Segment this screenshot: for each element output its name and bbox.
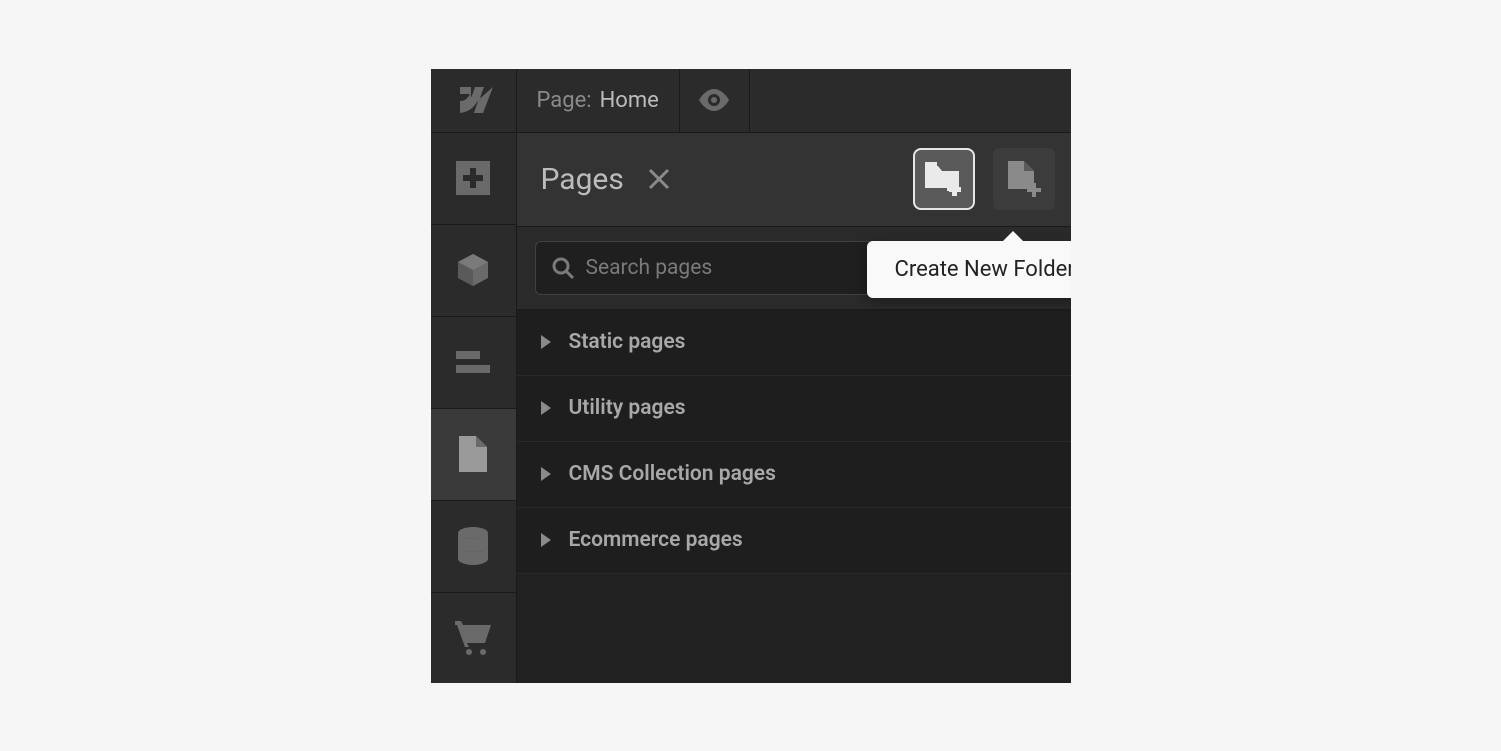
main: Pages (431, 133, 1071, 683)
page-group-static[interactable]: Static pages (517, 310, 1071, 376)
nav-add-button[interactable] (431, 133, 516, 225)
page-group-label: Utility pages (569, 396, 686, 420)
cube-icon (455, 252, 491, 288)
folder-plus-icon (924, 162, 964, 196)
plus-box-icon (456, 161, 490, 195)
webflow-logo-icon (453, 87, 493, 113)
left-nav (431, 133, 517, 683)
tooltip-text: Create New Folder (895, 257, 1071, 282)
panel-header: Pages (517, 133, 1071, 227)
cart-icon (455, 621, 491, 655)
search-placeholder: Search pages (586, 256, 713, 280)
page-name: Home (600, 88, 659, 113)
nav-ecommerce-button[interactable] (431, 593, 516, 683)
caret-right-icon (541, 335, 551, 349)
navigator-icon (456, 351, 490, 373)
page-group-cms[interactable]: CMS Collection pages (517, 442, 1071, 508)
caret-right-icon (541, 401, 551, 415)
page-groups: Static pages Utility pages CMS Collectio… (517, 310, 1071, 574)
create-folder-button[interactable] (913, 148, 975, 210)
page-group-utility[interactable]: Utility pages (517, 376, 1071, 442)
page-group-label: Static pages (569, 330, 686, 354)
panel-title: Pages (541, 162, 624, 197)
tooltip-create-folder: Create New Folder (867, 241, 1071, 298)
page-group-label: Ecommerce pages (569, 528, 743, 552)
page-indicator[interactable]: Page: Home (517, 69, 680, 132)
topbar: Page: Home (431, 69, 1071, 133)
database-icon (457, 527, 489, 565)
nav-navigator-button[interactable] (431, 317, 516, 409)
nav-symbols-button[interactable] (431, 225, 516, 317)
page-group-label: CMS Collection pages (569, 462, 776, 486)
caret-right-icon (541, 533, 551, 547)
app-window: Page: Home (431, 69, 1071, 683)
preview-button[interactable] (680, 69, 750, 133)
caret-right-icon (541, 467, 551, 481)
create-page-button[interactable] (993, 148, 1055, 210)
nav-cms-button[interactable] (431, 501, 516, 593)
page-icon (459, 436, 487, 472)
nav-pages-button[interactable] (431, 409, 516, 501)
close-icon (648, 168, 670, 190)
logo-button[interactable] (431, 69, 517, 133)
pages-panel: Pages (517, 133, 1071, 683)
page-group-ecommerce[interactable]: Ecommerce pages (517, 508, 1071, 574)
close-panel-button[interactable] (648, 168, 670, 190)
eye-icon (698, 89, 730, 111)
page-label-prefix: Page: (537, 88, 592, 113)
page-plus-icon (1006, 159, 1042, 199)
search-icon (552, 257, 574, 279)
